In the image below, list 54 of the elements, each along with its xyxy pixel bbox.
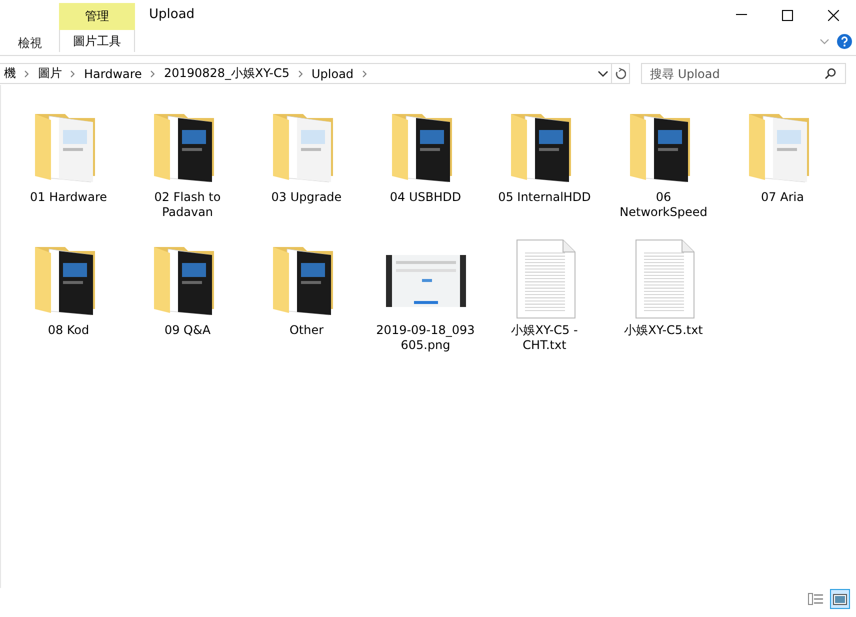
ribbon-tab[interactable]: 檢視 — [0, 35, 59, 55]
file-item[interactable]: 03 Upgrade — [247, 101, 366, 234]
file-item[interactable]: 08 Kod — [9, 234, 128, 367]
help-icon[interactable] — [837, 34, 852, 49]
refresh-button[interactable] — [612, 63, 630, 84]
details-view-icon — [808, 593, 824, 605]
file-name: 03 Upgrade — [270, 190, 343, 205]
contextual-tab-group: 管理 — [59, 3, 135, 30]
chevron-right-icon — [69, 70, 77, 78]
file-name: 09 Q&A — [163, 323, 212, 338]
file-item[interactable]: 01 Hardware — [9, 101, 128, 234]
file-item[interactable]: 07 Aria — [723, 101, 842, 234]
refresh-icon — [615, 68, 626, 80]
breadcrumb[interactable]: 圖片 — [34, 65, 66, 82]
file-item[interactable]: 02 Flash to Padavan — [128, 101, 247, 234]
file-name: 05 InternalHDD — [497, 190, 592, 205]
dropdown-icon[interactable] — [598, 70, 608, 76]
minimize-icon — [736, 14, 746, 16]
file-item[interactable]: 04 USBHDD — [366, 101, 485, 234]
search-field[interactable]: 搜尋 Upload — [641, 63, 846, 84]
search-icon — [825, 68, 836, 79]
close-icon — [828, 10, 838, 20]
expand-ribbon-icon[interactable] — [820, 38, 829, 44]
large-icons-view-icon — [833, 594, 847, 604]
breadcrumb[interactable]: 20190828_小娛XY-C5 — [160, 65, 294, 82]
file-name: 小娛XY-C5.txt — [623, 323, 704, 338]
file-item[interactable]: 2019-09-18_093605.png — [366, 234, 485, 367]
file-name: Other — [288, 323, 325, 338]
file-name: 02 Flash to Padavan — [153, 190, 222, 220]
chevron-right-icon — [360, 70, 369, 78]
file-item[interactable]: 06 NetworkSpeed — [604, 101, 723, 234]
file-item[interactable]: 小娛XY-C5 - CHT.txt — [485, 234, 604, 367]
maximize-icon — [782, 10, 792, 20]
file-name: 08 Kod — [46, 323, 90, 338]
chevron-right-icon — [148, 70, 157, 78]
address-bar[interactable]: 機 圖片 Hardware 20190828_小娛XY-C5 Upload — [0, 63, 612, 84]
view-button[interactable] — [830, 589, 850, 609]
file-name: 01 Hardware — [28, 190, 108, 205]
file-item[interactable]: 05 InternalHDD — [485, 101, 604, 234]
file-item[interactable]: 09 Q&A — [128, 234, 247, 367]
file-item[interactable]: 小娛XY-C5.txt — [604, 234, 723, 367]
file-item[interactable]: Other — [247, 234, 366, 367]
breadcrumb[interactable]: 機 — [0, 65, 20, 82]
ribbon-tab[interactable]: 圖片工具 — [59, 30, 135, 52]
breadcrumb[interactable]: Upload — [308, 66, 358, 80]
chevron-right-icon — [296, 70, 304, 78]
window-title: Upload — [149, 7, 195, 24]
file-name: 04 USBHDD — [388, 190, 462, 205]
chevron-right-icon — [23, 70, 31, 78]
breadcrumb[interactable]: Hardware — [80, 66, 146, 80]
file-name: 07 Aria — [760, 190, 805, 205]
file-name: 小娛XY-C5 - CHT.txt — [510, 323, 579, 353]
file-name: 06 NetworkSpeed — [618, 190, 708, 220]
file-name: 2019-09-18_093605.png — [375, 323, 476, 353]
